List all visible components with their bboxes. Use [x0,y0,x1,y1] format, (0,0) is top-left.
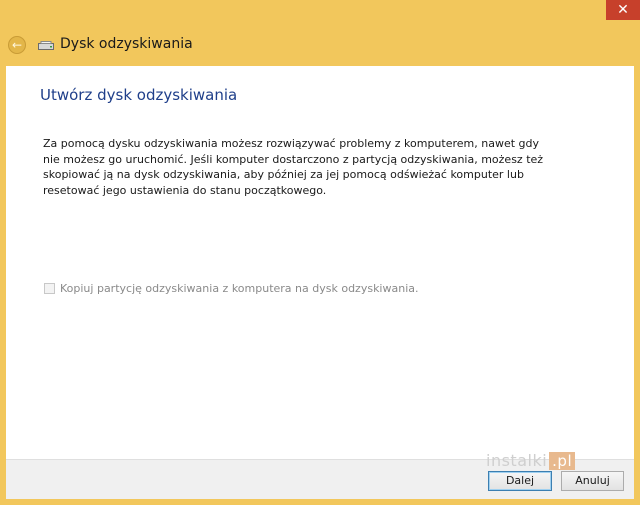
drive-icon [38,41,54,50]
watermark-text: instalki [486,451,548,470]
title-bar: ✕ ← Dysk odzyskiwania [0,0,640,66]
back-arrow-icon: ← [11,38,23,52]
close-icon: ✕ [617,2,629,18]
watermark-logo: instalki .pl [486,451,576,470]
next-button[interactable]: Dalej [488,471,552,491]
window-title: Dysk odzyskiwania [60,36,193,52]
copy-partition-checkbox[interactable] [44,283,55,294]
close-button[interactable]: ✕ [606,0,640,20]
description-text: Za pomocą dysku odzyskiwania możesz rozw… [43,137,544,197]
main-content: Utwórz dysk odzyskiwania Za pomocą dysku… [6,66,634,459]
watermark-suffix: .pl [549,452,576,470]
page-heading: Utwórz dysk odzyskiwania [40,86,238,104]
back-button[interactable]: ← [8,36,26,54]
cancel-button[interactable]: Anuluj [561,471,624,491]
copy-partition-label: Kopiuj partycję odzyskiwania z komputera… [60,282,419,295]
